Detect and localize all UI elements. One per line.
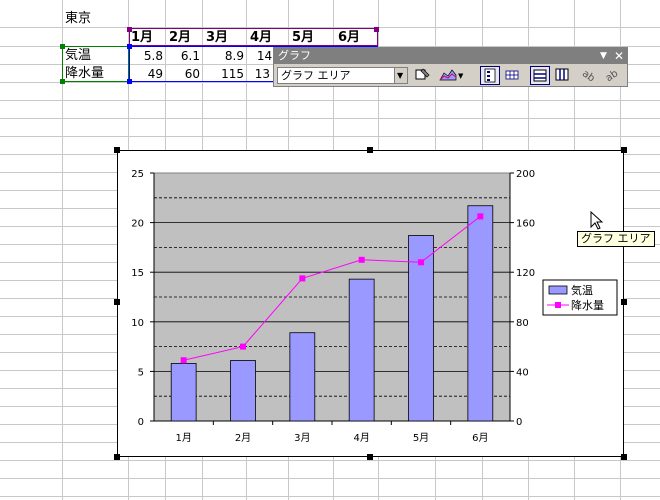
cell-value[interactable]: 49 [128, 65, 163, 83]
y-right-tick-label: 40 [516, 367, 529, 378]
bar-temperature [230, 360, 256, 422]
cell-row-label-rain[interactable]: 降水量 [65, 65, 104, 83]
angle-text-up-icon: ab [604, 68, 620, 83]
bar-temperature [170, 363, 197, 422]
chart-object-select-value: グラフ エリア [281, 69, 351, 82]
point-precipitation [180, 357, 187, 364]
y-right-tick-label: 160 [516, 219, 535, 230]
angle-text-up-button[interactable]: ab [602, 66, 622, 85]
y-left-tick-label: 20 [131, 219, 144, 230]
x-tick-label: 1月 [175, 432, 191, 444]
chart-type-button[interactable]: ▼ [438, 66, 466, 85]
legend-swatch-temperature [548, 285, 568, 295]
x-tick-label: 3月 [294, 432, 310, 444]
chart-toolbar[interactable]: グラフ ▼ ✕ グラフ エリア ▼ ▼ ab ab [273, 47, 628, 87]
legend-marker-precipitation [555, 302, 561, 308]
cell-value[interactable]: 6.1 [165, 47, 200, 65]
y-left-tick-label: 10 [131, 318, 144, 329]
legend-label-temperature: 気温 [571, 283, 593, 297]
svg-text:ab: ab [580, 68, 597, 83]
chart-resize-handle[interactable] [367, 147, 373, 153]
y-right-tick-label: 80 [516, 318, 529, 329]
chart-resize-handle[interactable] [621, 147, 627, 153]
by-column-icon [555, 68, 569, 81]
select-dropdown-button[interactable]: ▼ [394, 68, 407, 83]
cell-value[interactable]: 5.8 [128, 47, 163, 65]
chart-object-select[interactable]: グラフ エリア ▼ [277, 67, 408, 84]
chart-svg: 0 5 10 15 20 25 0 40 80 120 160 200 1月 2月 3月 4月 5月 6月 気温降水… [131, 169, 618, 444]
point-precipitation [358, 256, 365, 263]
cell-city[interactable]: 東京 [65, 10, 91, 28]
cell-row-label-temp[interactable]: 気温 [65, 47, 91, 65]
x-tick-label: 4月 [353, 432, 369, 444]
tooltip: グラフ エリア [577, 231, 655, 247]
bar-temperature [348, 278, 375, 422]
dropdown-arrow-icon[interactable]: ▼ [600, 48, 607, 64]
x-tick-label: 6月 [472, 432, 488, 444]
data-table-icon [505, 70, 519, 80]
cell-value[interactable]: 14. [246, 47, 276, 65]
legend-button[interactable] [480, 66, 500, 85]
point-precipitation [240, 343, 246, 350]
cell-month-header[interactable]: 3月 [206, 29, 228, 47]
cell-month-header[interactable]: 2月 [169, 29, 191, 47]
point-precipitation [477, 213, 484, 220]
y-left-tick-label: 5 [138, 367, 144, 378]
svg-text:▼: ▼ [458, 72, 464, 80]
cell-month-header[interactable]: 4月 [250, 29, 272, 47]
cell-month-header[interactable]: 1月 [131, 29, 153, 47]
point-precipitation [299, 275, 306, 282]
y-right-tick-label: 0 [516, 417, 522, 428]
point-precipitation [418, 259, 424, 266]
format-chart-area-button[interactable] [413, 66, 433, 85]
chart-resize-handle[interactable] [621, 299, 627, 305]
angle-text-down-icon: ab [580, 68, 597, 83]
bar-temperature [289, 332, 316, 422]
by-column-button[interactable] [553, 66, 573, 85]
y-left-tick-label: 25 [131, 169, 144, 180]
format-icon [415, 68, 430, 80]
cell-month-header[interactable]: 6月 [338, 29, 360, 47]
y-left-tick-label: 0 [138, 417, 144, 428]
tooltip-text: グラフ エリア [581, 232, 651, 245]
data-table-button[interactable] [503, 66, 523, 85]
legend-label-precipitation: 降水量 [571, 298, 604, 312]
y-left-tick-label: 15 [131, 268, 144, 279]
x-tick-label: 5月 [413, 432, 429, 444]
chart-resize-handle[interactable] [114, 147, 120, 153]
bar-temperature [467, 205, 494, 422]
close-icon[interactable]: ✕ [614, 48, 624, 64]
chart-resize-handle[interactable] [621, 454, 627, 460]
cell-value[interactable]: 13 [246, 65, 270, 83]
toolbar-title: グラフ [278, 49, 311, 62]
cell-value[interactable]: 60 [165, 65, 200, 83]
angle-text-down-button[interactable]: ab [580, 66, 600, 85]
chevron-down-icon: ▼ [397, 71, 404, 80]
by-row-icon [533, 69, 547, 82]
chart-resize-handle[interactable] [367, 454, 373, 460]
toolbar-title-bar[interactable]: グラフ ▼ ✕ [274, 48, 627, 64]
x-tick-label: 2月 [235, 432, 251, 444]
range-handle[interactable] [374, 27, 379, 32]
chart-resize-handle[interactable] [114, 454, 120, 460]
embedded-chart[interactable]: 0 5 10 15 20 25 0 40 80 120 160 200 1月 2月 3月 4月 5月 6月 気温 降水… [117, 150, 624, 457]
cell-month-header[interactable]: 5月 [292, 29, 314, 47]
mouse-cursor-icon [590, 211, 604, 230]
y-right-tick-label: 120 [516, 268, 535, 279]
by-row-button[interactable] [530, 66, 550, 85]
chart-type-icon: ▼ [439, 69, 464, 81]
cell-value[interactable]: 8.9 [202, 47, 244, 65]
svg-text:ab: ab [604, 68, 620, 83]
chart-resize-handle[interactable] [114, 299, 120, 305]
cell-value[interactable]: 115 [202, 65, 244, 83]
legend-icon [484, 68, 496, 83]
y-right-tick-label: 200 [516, 169, 535, 180]
